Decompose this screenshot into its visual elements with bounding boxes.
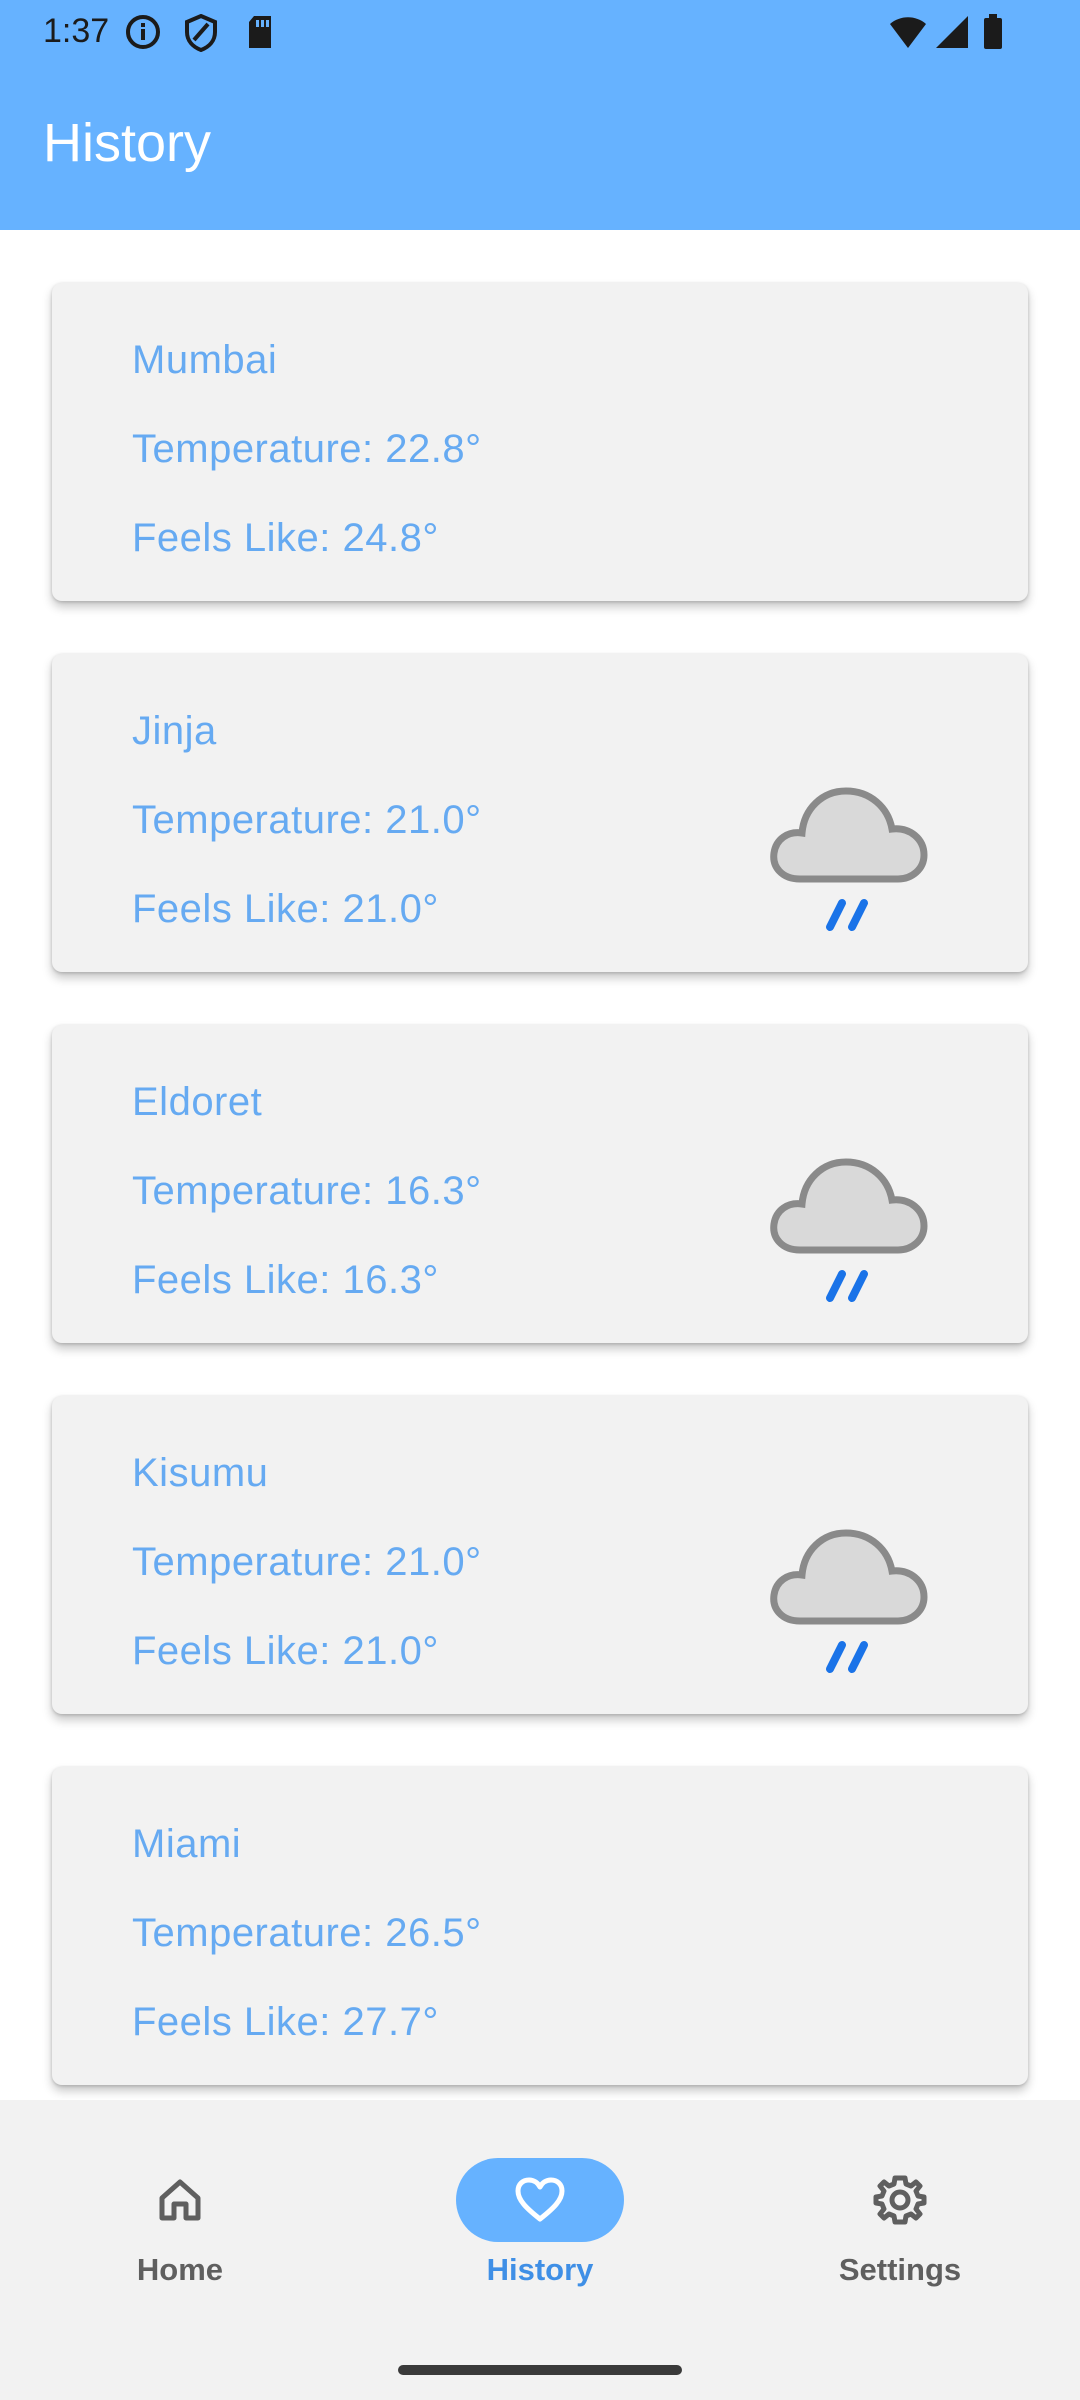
gear-icon: [873, 2175, 927, 2225]
feels-like-text: Feels Like: 24.8°: [132, 516, 439, 560]
history-card[interactable]: Mumbai Temperature: 22.8° Feels Like: 24…: [52, 283, 1028, 601]
wifi-icon: [890, 17, 926, 48]
battery-icon: [984, 14, 1002, 49]
info-icon: [126, 15, 160, 49]
moon-icon: [838, 1891, 874, 1963]
nav-home[interactable]: Home: [0, 2100, 360, 2330]
feels-like-text: Feels Like: 16.3°: [132, 1258, 439, 1302]
sd-card-icon: [249, 16, 271, 48]
night-rain-cloud-icon: [766, 1086, 928, 1302]
status-bar: 1:37: [0, 0, 1080, 64]
city-name: Kisumu: [132, 1451, 269, 1495]
temperature-text: Temperature: 16.3°: [132, 1169, 482, 1213]
feels-like-text: Feels Like: 21.0°: [132, 1629, 439, 1673]
status-time: 1:37: [43, 12, 110, 50]
history-card[interactable]: Miami Temperature: 26.5° Feels Like: 27.…: [52, 1767, 1028, 2085]
history-list[interactable]: Mumbai Temperature: 22.8° Feels Like: 24…: [0, 230, 1080, 2100]
gesture-bar[interactable]: [398, 2365, 682, 2375]
nav-settings[interactable]: Settings: [720, 2100, 1080, 2330]
city-name: Mumbai: [132, 338, 278, 382]
night-rain-cloud-icon: [766, 1457, 928, 1673]
night-rain-cloud-icon: [766, 715, 928, 931]
nav-home-label: Home: [136, 2252, 224, 2287]
temperature-text: Temperature: 22.8°: [132, 427, 482, 471]
feels-like-text: Feels Like: 21.0°: [132, 887, 439, 931]
home-icon: [159, 2179, 201, 2221]
nav-history[interactable]: History: [360, 2100, 720, 2330]
nav-history-label: History: [486, 2252, 594, 2287]
bottom-navigation: Home History Settings: [0, 2100, 1080, 2400]
temperature-text: Temperature: 26.5°: [132, 1911, 482, 1955]
city-name: Jinja: [132, 709, 217, 753]
temperature-text: Temperature: 21.0°: [132, 798, 482, 842]
history-card[interactable]: Jinja Temperature: 21.0° Feels Like: 21.…: [52, 654, 1028, 972]
heart-icon: [515, 2177, 565, 2222]
page-title: History: [43, 113, 212, 173]
nav-settings-label: Settings: [838, 2252, 962, 2287]
shield-icon: [185, 14, 217, 52]
moon-icon: [838, 407, 874, 479]
city-name: Eldoret: [132, 1080, 263, 1124]
city-name: Miami: [132, 1822, 242, 1866]
temperature-text: Temperature: 21.0°: [132, 1540, 482, 1584]
app-bar: 1:37 History: [0, 0, 1080, 230]
history-card[interactable]: Kisumu Temperature: 21.0° Feels Like: 21…: [52, 1396, 1028, 1714]
feels-like-text: Feels Like: 27.7°: [132, 2000, 439, 2044]
signal-icon: [936, 16, 968, 48]
history-card[interactable]: Eldoret Temperature: 16.3° Feels Like: 1…: [52, 1025, 1028, 1343]
